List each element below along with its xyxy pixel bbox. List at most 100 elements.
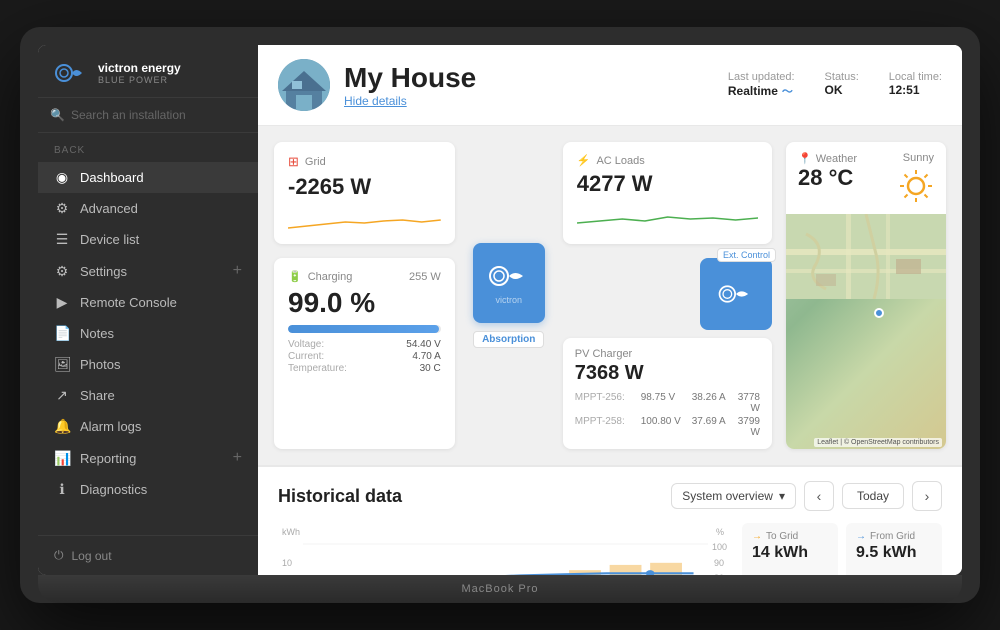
ac-loads-value: 4277 W <box>577 171 758 197</box>
stats-panel: → To Grid 14 kWh → From Grid 9.5 kWh <box>742 523 942 575</box>
historical-header: Historical data System overview ▾ ‹ Toda… <box>278 481 942 511</box>
y-axis-labels: kWh 10 7.5 5 <box>278 523 303 575</box>
weather-left: 📍 Weather 28 °C <box>798 152 857 191</box>
grid-card: ⊞ Grid -2265 W <box>274 142 455 244</box>
absorption-badge: Absorption <box>473 331 544 348</box>
local-time-stat: Local time: 12:51 <box>889 71 942 99</box>
mppt2-watts: 3799 W <box>738 416 760 438</box>
historical-section: Historical data System overview ▾ ‹ Toda… <box>258 465 962 575</box>
grid-value: -2265 W <box>288 174 441 200</box>
laptop-bottom: MacBook Pro <box>38 575 962 603</box>
grid-title: ⊞ Grid <box>288 154 441 170</box>
nav-label-photos: Photos <box>80 357 120 372</box>
last-updated-value: Realtime 〜 <box>728 83 793 99</box>
weather-pin-icon: 📍 <box>798 152 812 165</box>
mppt1-row: MPPT-256: 98.75 V 38.26 A 3778 W <box>575 391 760 415</box>
sidebar-item-remote-console[interactable]: ▶ Remote Console <box>38 287 258 318</box>
pv-stats: MPPT-256: 98.75 V 38.26 A 3778 W MPPT-25… <box>575 391 760 439</box>
diagnostics-icon: ℹ <box>54 481 70 498</box>
historical-chart-svg <box>303 523 708 575</box>
status-label: Status: <box>825 71 859 83</box>
today-button[interactable]: Today <box>842 483 904 509</box>
mppt2-row: MPPT-258: 100.80 V 37.69 A 3799 W <box>575 415 760 439</box>
laptop-frame: victron energy BLUE POWER 🔍 BACK ◉ Dashb… <box>20 27 980 603</box>
pv-value: 7368 W <box>575 362 760 385</box>
from-grid-label: → From Grid <box>856 531 932 542</box>
alarm-logs-icon: 🔔 <box>54 418 70 435</box>
sidebar-item-diagnostics[interactable]: ℹ Diagnostics <box>38 474 258 505</box>
sidebar-item-share[interactable]: ↗ Share <box>38 380 258 411</box>
sidebar-item-photos[interactable]: 🖼 Photos <box>38 349 258 380</box>
sidebar-item-advanced[interactable]: ⚙ Advanced <box>38 193 258 224</box>
reporting-plus-icon[interactable]: + <box>233 449 242 467</box>
hide-details-link[interactable]: Hide details <box>344 94 476 108</box>
search-bar[interactable]: 🔍 <box>38 98 258 133</box>
notes-icon: 📄 <box>54 325 70 342</box>
photos-icon: 🖼 <box>54 356 70 373</box>
weather-condition: Sunny <box>898 152 934 164</box>
sun-icon <box>898 168 934 204</box>
nav-label-dashboard: Dashboard <box>80 170 144 185</box>
sidebar-item-notes[interactable]: 📄 Notes <box>38 318 258 349</box>
nav-label-alarm-logs: Alarm logs <box>80 419 141 434</box>
brand-name: victron energy BLUE POWER <box>98 61 181 85</box>
status-stat: Status: OK <box>825 71 859 99</box>
settings-icon: ⚙ <box>54 263 70 280</box>
pv-charger-section: Ext. Control PV Charger 7368 W <box>563 258 772 449</box>
sidebar-item-alarm-logs[interactable]: 🔔 Alarm logs <box>38 411 258 442</box>
charging-bar-fill <box>288 325 439 333</box>
nav-label-notes: Notes <box>80 326 114 341</box>
logout-button[interactable]: ⏻ Log out <box>38 535 258 575</box>
logout-label: Log out <box>72 549 112 563</box>
pv-title: PV Charger <box>575 348 760 360</box>
map-pin <box>874 308 884 318</box>
last-updated-stat: Last updated: Realtime 〜 <box>728 71 795 99</box>
historical-body: kWh 10 7.5 5 % 100 90 80 70 60 50 <box>278 523 942 575</box>
chart-svg-container <box>303 523 708 575</box>
sidebar-item-reporting[interactable]: 📊 Reporting + <box>38 442 258 474</box>
remote-console-icon: ▶ <box>54 294 70 311</box>
search-input[interactable] <box>71 108 246 122</box>
weather-card: 📍 Weather 28 °C Sunny <box>786 142 946 449</box>
settings-plus-icon[interactable]: + <box>233 262 242 280</box>
nav-label-share: Share <box>80 388 115 403</box>
grid-icon: ⊞ <box>288 154 299 170</box>
ext-control-row: Ext. Control <box>563 258 772 330</box>
sidebar-item-settings[interactable]: ⚙ Settings + <box>38 255 258 287</box>
nav-label-diagnostics: Diagnostics <box>80 482 147 497</box>
historical-title: Historical data <box>278 486 402 507</box>
advanced-icon: ⚙ <box>54 200 70 217</box>
local-time-label: Local time: <box>889 71 942 83</box>
system-overview-dropdown[interactable]: System overview ▾ <box>671 483 796 509</box>
nav-label-remote-console: Remote Console <box>80 295 177 310</box>
sidebar-nav: BACK ◉ Dashboard ⚙ Advanced ☰ Device lis… <box>38 133 258 535</box>
weather-title: 📍 Weather <box>798 152 857 165</box>
logout-icon: ⏻ <box>54 548 64 563</box>
sidebar: victron energy BLUE POWER 🔍 BACK ◉ Dashb… <box>38 45 258 575</box>
mppt1-name: MPPT-256: <box>575 392 635 414</box>
historical-controls: System overview ▾ ‹ Today › <box>671 481 942 511</box>
charging-bar-container <box>288 325 441 333</box>
charging-icon: 🔋 <box>288 270 302 283</box>
to-grid-label: → To Grid <box>752 531 828 542</box>
sidebar-item-device-list[interactable]: ☰ Device list <box>38 224 258 255</box>
mppt2-current: 37.69 A <box>692 416 732 438</box>
weather-right: Sunny <box>898 152 934 204</box>
device-list-icon: ☰ <box>54 231 70 248</box>
page-title: My House <box>344 62 476 94</box>
mppt1-voltage: 98.75 V <box>641 392 686 414</box>
ac-loads-card: ⚡ AC Loads 4277 W <box>563 142 772 244</box>
next-nav-button[interactable]: › <box>912 481 942 511</box>
dashboard-grid: ⊞ Grid -2265 W <box>258 126 962 465</box>
sidebar-item-dashboard[interactable]: ◉ Dashboard <box>38 162 258 193</box>
y-right-axis-labels: % 100 90 80 70 60 50 <box>708 523 728 575</box>
avatar <box>278 59 330 111</box>
charging-percent: 99.0 % <box>288 287 441 319</box>
ac-loads-sparkline <box>577 205 758 229</box>
mppt2-voltage: 100.80 V <box>641 416 686 438</box>
prev-nav-button[interactable]: ‹ <box>804 481 834 511</box>
mppt2-name: MPPT-258: <box>575 416 635 438</box>
search-icon: 🔍 <box>50 108 65 122</box>
voltage-value: 54.40 V <box>381 339 441 350</box>
charging-stats: Voltage: 54.40 V Current: 4.70 A Tempera… <box>288 339 441 374</box>
